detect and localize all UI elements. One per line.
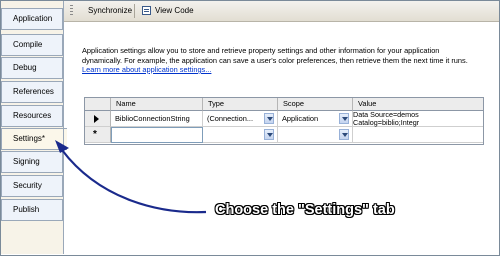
annotation-callout: Choose the "Settings" tab [215,202,395,218]
